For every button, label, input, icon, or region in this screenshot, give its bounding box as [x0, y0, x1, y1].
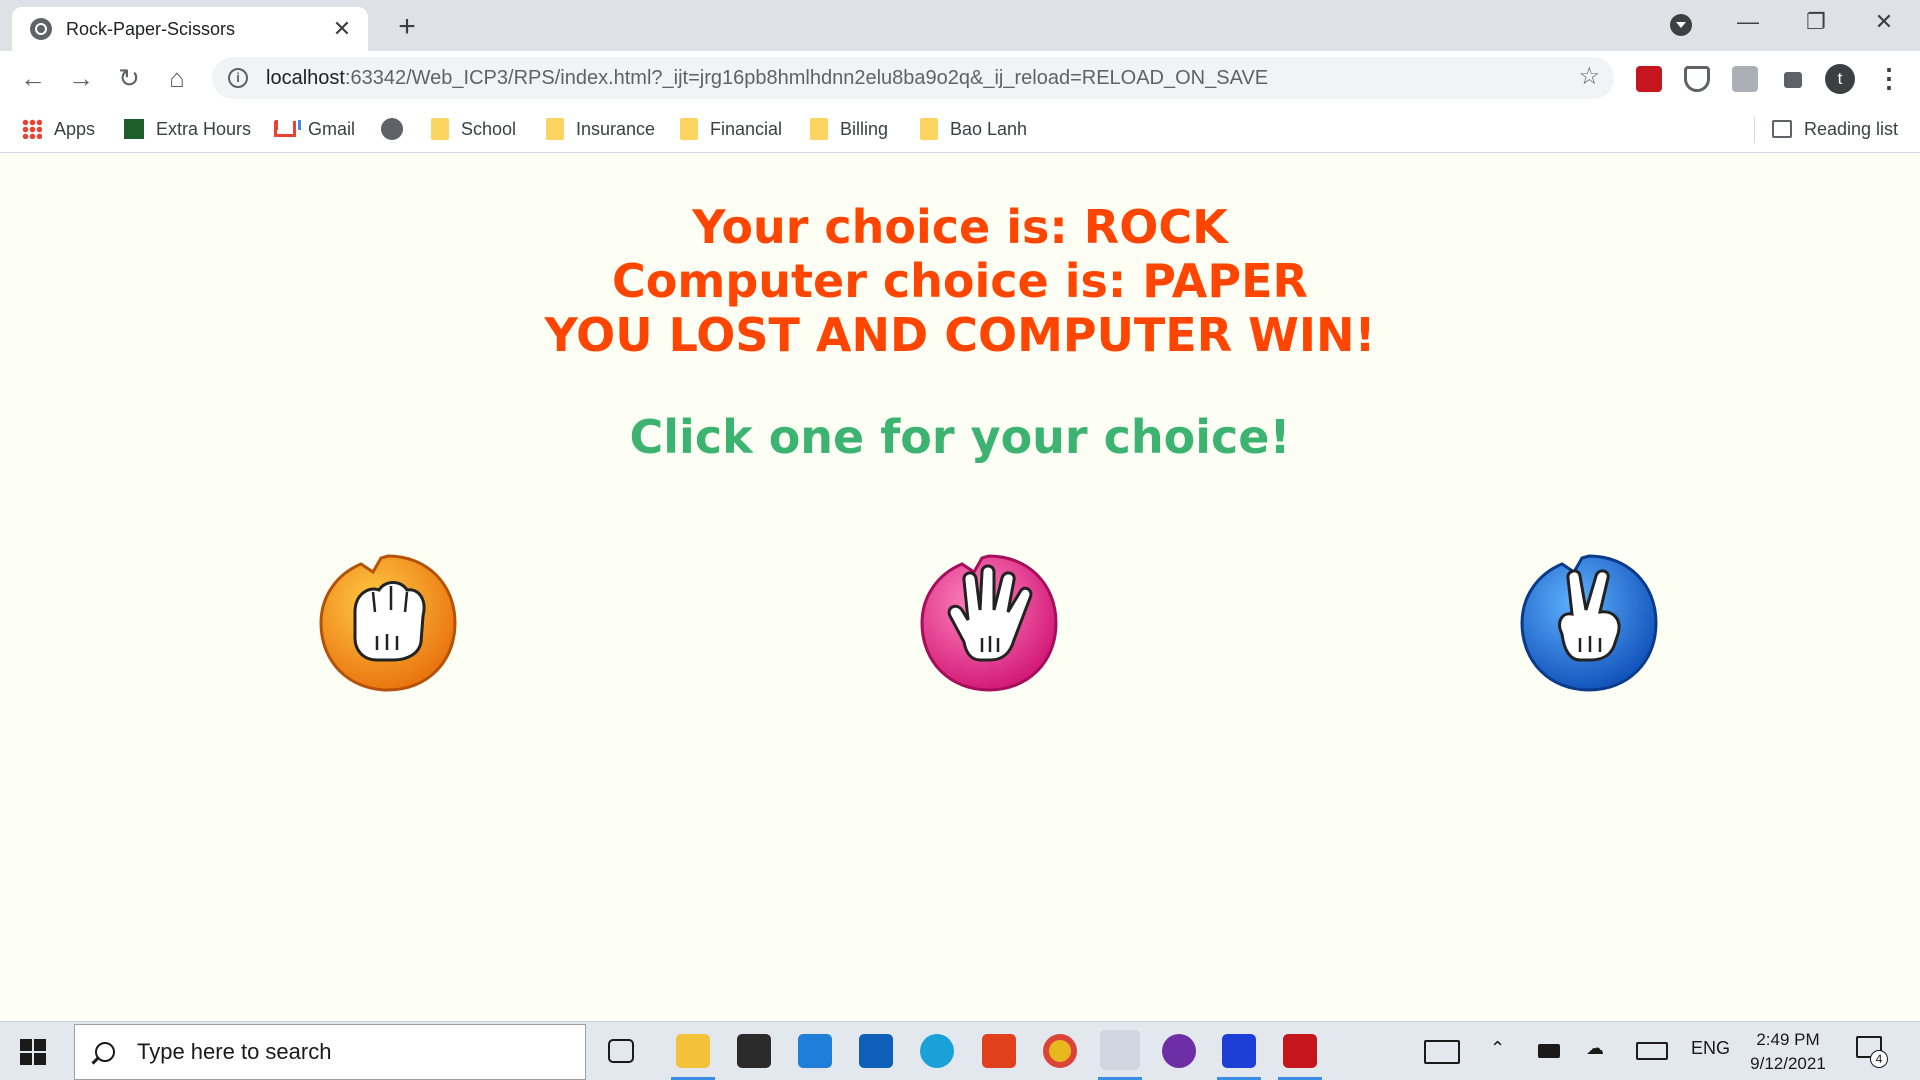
gmail-icon: [274, 121, 296, 137]
browser-toolbar: ← → ↻ ⌂ i localhost:63342/Web_ICP3/RPS/i…: [0, 51, 1920, 105]
globe-favicon-icon: [30, 18, 52, 40]
clock-date: 9/12/2021: [1750, 1054, 1826, 1073]
battery-icon[interactable]: [1538, 1044, 1560, 1058]
reading-list-label: Reading list: [1804, 118, 1899, 139]
new-tab-button[interactable]: +: [392, 12, 422, 42]
keyboard-icon[interactable]: [1636, 1042, 1668, 1060]
reading-list-icon: [1772, 120, 1792, 138]
reload-button[interactable]: ↻: [114, 63, 144, 93]
site-info-icon[interactable]: i: [228, 68, 248, 88]
acrobat-extension-icon[interactable]: [1636, 66, 1662, 92]
windows-taskbar: Type here to search ⌃ ☁ ENG 2:49 PM 9/12…: [0, 1021, 1920, 1080]
bookmark-extra-hours[interactable]: Extra Hours: [124, 115, 251, 143]
scissors-button[interactable]: [1516, 550, 1662, 696]
rock-fist-icon: [319, 554, 457, 692]
language-indicator[interactable]: ENG: [1691, 1038, 1730, 1059]
acrobat-icon[interactable]: [1283, 1034, 1317, 1068]
folder-icon: [546, 118, 564, 140]
webstorm-icon[interactable]: [1222, 1034, 1256, 1068]
bookmark-bao-lanh[interactable]: Bao Lanh: [920, 115, 1027, 143]
forward-button[interactable]: →: [66, 63, 96, 93]
bookmark-gmail[interactable]: Gmail: [274, 115, 355, 143]
user-choice-text: Your choice is: ROCK: [692, 200, 1228, 254]
bookmark-school[interactable]: School: [431, 115, 516, 143]
extensions-puzzle-icon[interactable]: [1780, 66, 1806, 92]
mail-icon[interactable]: [798, 1034, 832, 1068]
reading-list-button[interactable]: Reading list: [1772, 115, 1898, 143]
tab-title: Rock-Paper-Scissors: [66, 18, 236, 39]
folder-icon: [920, 118, 938, 140]
taskbar-search-box[interactable]: Type here to search: [74, 1024, 586, 1080]
url-path: :63342/Web_ICP3/RPS/index.html?_ijt=jrg1…: [344, 66, 1269, 89]
minimize-button[interactable]: —: [1728, 8, 1768, 36]
bookmark-financial[interactable]: Financial: [680, 115, 782, 143]
back-button[interactable]: ←: [18, 63, 48, 93]
store-icon[interactable]: [737, 1034, 771, 1068]
bookmarks-divider: [1754, 117, 1755, 143]
edge-icon[interactable]: [920, 1034, 954, 1068]
bookmark-label: Extra Hours: [156, 118, 252, 139]
apps-grid-icon: [22, 119, 42, 139]
bookmark-globe[interactable]: [381, 115, 403, 143]
bookmark-label: Gmail: [308, 118, 356, 139]
bookmark-star-icon[interactable]: ☆: [1578, 65, 1600, 89]
chrome-profile-active-icon[interactable]: [1100, 1030, 1140, 1070]
windows-start-button[interactable]: [20, 1039, 46, 1065]
bookmark-label: Financial: [710, 118, 783, 139]
scissors-hand-icon: [1520, 554, 1658, 692]
task-view-icon[interactable]: [608, 1039, 634, 1063]
tab-search-button[interactable]: [1670, 14, 1692, 36]
bookmark-label: Billing: [840, 118, 889, 139]
clock-time: 2:49 PM: [1756, 1030, 1820, 1049]
extra-hours-icon: [124, 119, 144, 139]
restore-button[interactable]: ❐: [1796, 8, 1836, 36]
taskbar-clock[interactable]: 2:49 PM 9/12/2021: [1738, 1028, 1838, 1076]
browser-menu-icon[interactable]: ⋮: [1876, 63, 1902, 93]
bookmark-label: Apps: [54, 118, 96, 139]
paper-button[interactable]: [916, 550, 1062, 696]
search-placeholder: Type here to search: [137, 1039, 332, 1064]
address-bar[interactable]: i localhost:63342/Web_ICP3/RPS/index.htm…: [212, 57, 1614, 99]
bookmark-label: Insurance: [576, 118, 656, 139]
folder-icon: [810, 118, 828, 140]
bookmark-label: Bao Lanh: [950, 118, 1028, 139]
globe-icon: [381, 118, 403, 140]
url-host: localhost: [266, 66, 345, 89]
chrome-icon[interactable]: [1043, 1034, 1077, 1068]
close-window-button[interactable]: ✕: [1864, 8, 1904, 36]
file-explorer-icon[interactable]: [676, 1034, 710, 1068]
rock-button[interactable]: [315, 550, 461, 696]
office-icon[interactable]: [982, 1034, 1016, 1068]
tab-strip: Rock-Paper-Scissors ✕ + — ❐ ✕: [0, 0, 1920, 51]
ghost-extension-icon[interactable]: [1732, 66, 1758, 92]
home-button[interactable]: ⌂: [162, 63, 192, 93]
news-widget-icon[interactable]: [1424, 1040, 1460, 1064]
onedrive-cloud-icon[interactable]: ☁: [1586, 1038, 1604, 1059]
bookmarks-bar: Apps Extra Hours Gmail School Insurance …: [0, 105, 1920, 153]
close-tab-icon[interactable]: ✕: [330, 17, 354, 41]
folder-icon: [680, 118, 698, 140]
search-icon: [95, 1042, 115, 1062]
github-desktop-icon[interactable]: [1162, 1034, 1196, 1068]
profile-avatar[interactable]: t: [1825, 64, 1855, 94]
computer-choice-text: Computer choice is: PAPER: [612, 254, 1308, 308]
choice-prompt: Click one for your choice!: [629, 410, 1291, 464]
folder-icon: [431, 118, 449, 140]
show-hidden-icons-chevron[interactable]: ⌃: [1490, 1038, 1505, 1059]
bookmark-apps[interactable]: Apps: [22, 115, 95, 143]
notification-count-badge: 4: [1870, 1050, 1888, 1068]
game-result: Your choice is: ROCK Computer choice is:…: [0, 200, 1920, 362]
bookmark-billing[interactable]: Billing: [810, 115, 888, 143]
paper-hand-icon: [920, 554, 1058, 692]
shield-extension-icon[interactable]: [1684, 66, 1710, 92]
browser-tab[interactable]: Rock-Paper-Scissors ✕: [12, 7, 368, 51]
outlook-icon[interactable]: [859, 1034, 893, 1068]
bookmark-insurance[interactable]: Insurance: [546, 115, 655, 143]
page-content: Your choice is: ROCK Computer choice is:…: [0, 154, 1920, 1021]
bookmark-label: School: [461, 118, 517, 139]
outcome-text: YOU LOST AND COMPUTER WIN!: [544, 308, 1376, 362]
